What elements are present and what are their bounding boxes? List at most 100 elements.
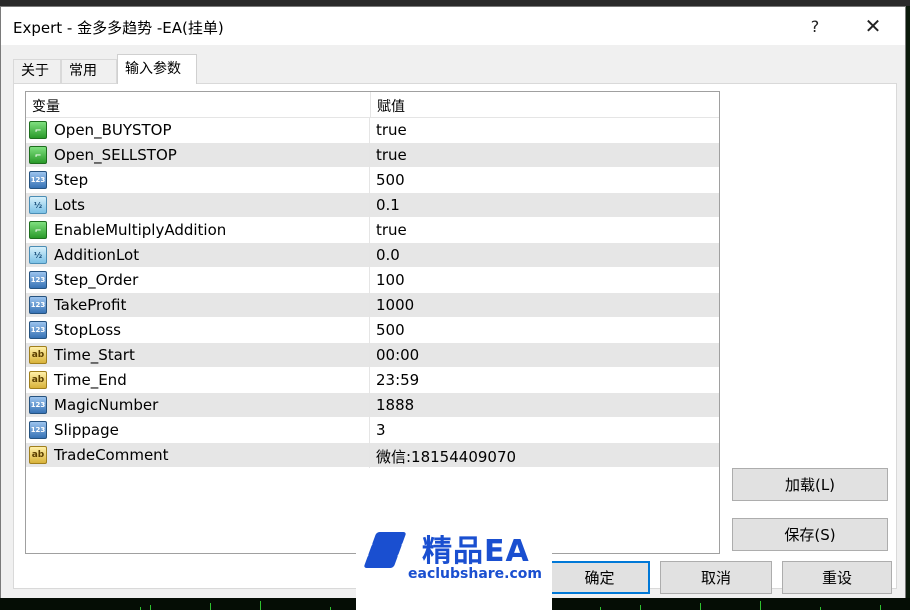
bool-icon: ⌐ [29,121,47,139]
value-cell[interactable]: 00:00 [371,343,719,368]
help-button[interactable]: ? [793,11,837,41]
integer-icon: 123 [29,171,47,189]
value-cell[interactable]: 1000 [371,293,719,318]
bool-icon: ⌐ [29,221,47,239]
value-cell[interactable]: 3 [371,418,719,443]
table-row[interactable]: ab TradeComment 微信:18154409070 [26,443,719,468]
value-cell[interactable]: 500 [371,168,719,193]
parameters-table: 变量 赋值 ⌐ Open_BUYSTOP true ⌐ Open_SELLSTOP tru… [25,91,720,554]
variable-value[interactable]: 00:00 [376,346,419,364]
value-cell[interactable]: 500 [371,318,719,343]
integer-icon: 123 [29,296,47,314]
integer-icon: 123 [29,396,47,414]
value-cell[interactable]: 微信:18154409070 [371,443,719,468]
integer-icon: 123 [29,321,47,339]
variable-name: Open_SELLSTOP [54,146,177,164]
tab-common[interactable]: 常用 [61,59,117,83]
column-separator[interactable] [370,92,371,118]
double-icon: ½ [29,196,47,214]
window-title: Expert - 金多多趋势 -EA(挂单) [13,19,224,37]
watermark-overlay: 精品EA eaclubshare.com [356,522,552,610]
variable-cell: ⌐ EnableMultiplyAddition [26,218,370,243]
table-row[interactable]: 123 Slippage 3 [26,418,719,443]
double-icon: ½ [29,246,47,264]
variable-name: EnableMultiplyAddition [54,221,227,239]
variable-value[interactable]: 3 [376,421,386,439]
variable-name: TakeProfit [54,296,127,314]
table-row[interactable]: 123 Step_Order 100 [26,268,719,293]
variable-name: TradeComment [54,446,169,464]
variable-value[interactable]: 微信:18154409070 [376,446,516,467]
string-icon: ab [29,371,47,389]
tab-about[interactable]: 关于 [13,59,61,83]
table-row[interactable]: 123 MagicNumber 1888 [26,393,719,418]
value-cell[interactable]: true [371,143,719,168]
variable-value[interactable]: 1888 [376,396,414,414]
variable-cell: ½ Lots [26,193,370,218]
chart-bar [640,605,641,610]
variable-value[interactable]: true [376,121,407,139]
variable-cell: ⌐ Open_SELLSTOP [26,143,370,168]
integer-icon: 123 [29,271,47,289]
variable-cell: ab Time_Start [26,343,370,368]
value-cell[interactable]: true [371,118,719,143]
value-cell[interactable]: true [371,218,719,243]
variable-value[interactable]: 100 [376,271,405,289]
variable-cell: 123 TakeProfit [26,293,370,318]
close-button[interactable]: ✕ [851,11,895,41]
table-row[interactable]: ⌐ EnableMultiplyAddition true [26,218,719,243]
variable-cell: 123 Slippage [26,418,370,443]
variable-value[interactable]: true [376,221,407,239]
value-cell[interactable]: 23:59 [371,368,719,393]
value-cell[interactable]: 100 [371,268,719,293]
variable-name: Lots [54,196,85,214]
cancel-button[interactable]: 取消 [660,561,772,594]
string-icon: ab [29,346,47,364]
variable-value[interactable]: 0.0 [376,246,400,264]
ok-button[interactable]: 确定 [549,561,650,594]
expert-properties-dialog: Expert - 金多多趋势 -EA(挂单) ? ✕ 关于 常用 输入参数 变量… [0,6,906,602]
table-row[interactable]: ab Time_End 23:59 [26,368,719,393]
column-header-variable[interactable]: 变量 [32,96,60,116]
variable-cell: ½ AdditionLot [26,243,370,268]
integer-icon: 123 [29,421,47,439]
bool-icon: ⌐ [29,146,47,164]
chart-bar [880,605,881,610]
reset-button[interactable]: 重设 [782,561,892,594]
tab-inputs[interactable]: 输入参数 [117,54,197,84]
variable-value[interactable]: 500 [376,321,405,339]
variable-cell: ⌐ Open_BUYSTOP [26,118,370,143]
table-header: 变量 赋值 [26,92,719,118]
variable-name: Time_Start [54,346,135,364]
title-bar: Expert - 金多多趋势 -EA(挂单) ? ✕ [1,7,905,45]
table-row[interactable]: ab Time_Start 00:00 [26,343,719,368]
table-row[interactable]: 123 TakeProfit 1000 [26,293,719,318]
variable-value[interactable]: 23:59 [376,371,419,389]
variable-value[interactable]: true [376,146,407,164]
variable-cell: ab Time_End [26,368,370,393]
load-button[interactable]: 加载(L) [732,468,888,501]
value-cell[interactable]: 0.0 [371,243,719,268]
variable-value[interactable]: 1000 [376,296,414,314]
table-row[interactable]: ½ Lots 0.1 [26,193,719,218]
value-cell[interactable]: 1888 [371,393,719,418]
variable-value[interactable]: 0.1 [376,196,400,214]
chart-bar [760,601,761,610]
variable-name: Step_Order [54,271,139,289]
table-row[interactable]: ⌐ Open_BUYSTOP true [26,118,719,143]
save-button[interactable]: 保存(S) [732,518,888,551]
variable-cell: ab TradeComment [26,443,370,468]
table-row[interactable]: 123 Step 500 [26,168,719,193]
variable-name: AdditionLot [54,246,140,264]
variable-value[interactable]: 500 [376,171,405,189]
variable-name: Open_BUYSTOP [54,121,172,139]
column-header-value[interactable]: 赋值 [377,96,405,116]
variable-name: MagicNumber [54,396,159,414]
variable-cell: 123 MagicNumber [26,393,370,418]
value-cell[interactable]: 0.1 [371,193,719,218]
table-row[interactable]: ½ AdditionLot 0.0 [26,243,719,268]
chart-bar [150,605,151,610]
table-row[interactable]: 123 StopLoss 500 [26,318,719,343]
table-row[interactable]: ⌐ Open_SELLSTOP true [26,143,719,168]
variable-cell: 123 Step_Order [26,268,370,293]
